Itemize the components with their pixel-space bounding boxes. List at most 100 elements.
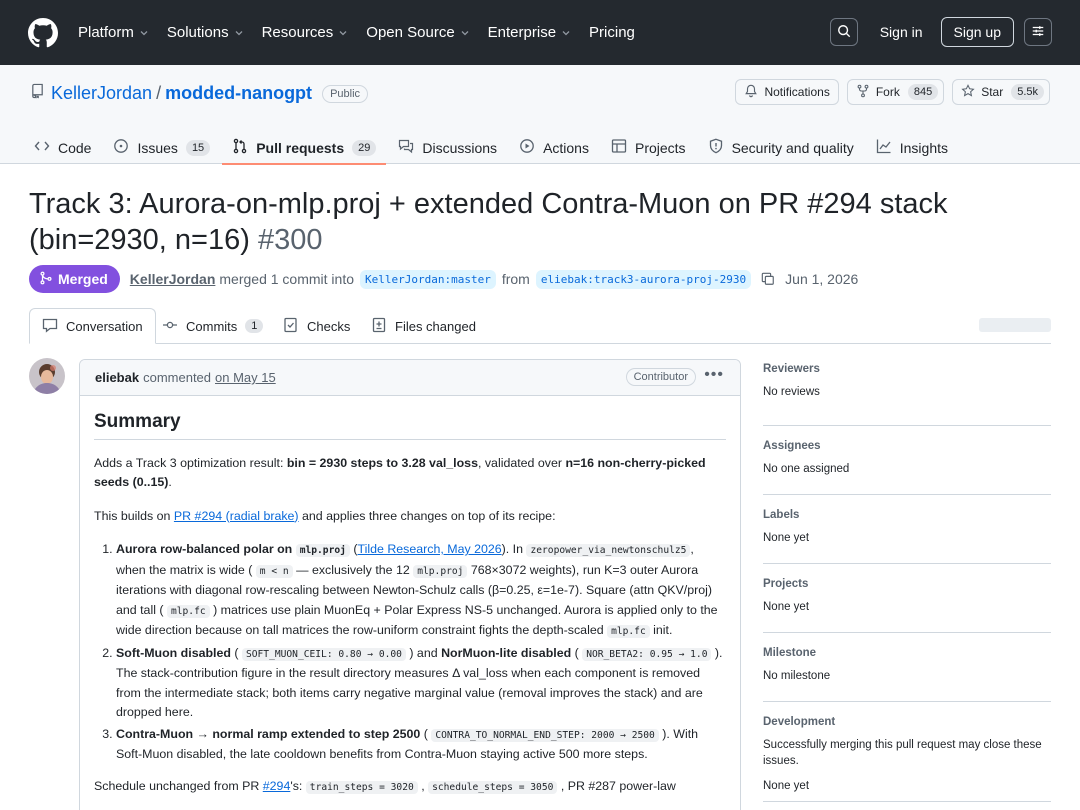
pr-title-text: Track 3: Aurora-on-mlp.proj + extended C…	[29, 188, 948, 256]
tab-label: Pull requests	[256, 139, 345, 156]
tab-commits[interactable]: Commits 1	[162, 308, 264, 344]
commits-count: 1	[245, 319, 264, 333]
sign-up-button[interactable]: Sign up	[940, 17, 1014, 47]
labels-section: Labels None yet	[763, 495, 1051, 564]
repo-actions: Notifications Fork 845 Star 5.5k	[735, 79, 1050, 105]
head-branch[interactable]: eliebak:track3-aurora-proj-2930	[535, 269, 752, 289]
sliders-icon	[1031, 24, 1045, 41]
tab-label: Commits	[186, 318, 238, 334]
repo-icon	[30, 83, 45, 104]
pr-meta: Merged KellerJordan merged 1 commit into…	[29, 265, 858, 293]
repo-header: KellerJordan / modded-nanogpt Public Not…	[0, 65, 1080, 165]
bell-icon	[744, 84, 764, 101]
tab-actions[interactable]: Actions	[519, 131, 589, 164]
tab-insights[interactable]: Insights	[876, 131, 948, 164]
nav-solutions[interactable]: Solutions	[167, 24, 244, 41]
pr-number: #300	[257, 224, 323, 256]
repo-separator: /	[156, 83, 162, 103]
summary-paragraph: Adds a Track 3 optimization result: bin …	[94, 455, 706, 490]
tab-code[interactable]: Code	[34, 131, 91, 164]
tab-conversation[interactable]: Conversation	[29, 308, 156, 344]
chevron-down-icon	[234, 28, 244, 38]
comment-body: Summary Adds a Track 3 optimization resu…	[80, 396, 740, 797]
pr-sidebar: Reviewers No reviews Assignees No one as…	[763, 357, 1051, 802]
nav-label: Open Source	[366, 24, 455, 41]
milestone-value: No milestone	[763, 670, 831, 682]
graph-icon	[876, 138, 900, 157]
development-title: Development	[763, 716, 836, 728]
star-button[interactable]: Star 5.5k	[952, 79, 1050, 105]
nav-pricing[interactable]: Pricing	[589, 24, 635, 41]
tab-label: Checks	[307, 318, 351, 334]
notifications-button[interactable]: Notifications	[735, 79, 839, 105]
pr-author-link[interactable]: KellerJordan	[130, 271, 216, 287]
global-header: Platform Solutions Resources Open Source…	[0, 0, 1080, 65]
labels-value: None yet	[763, 532, 810, 544]
labels-title: Labels	[763, 509, 800, 521]
nav-enterprise[interactable]: Enterprise	[488, 24, 571, 41]
tab-security[interactable]: Security and quality	[708, 131, 854, 164]
summary-heading: Summary	[94, 412, 726, 440]
tab-pull-requests[interactable]: Pull requests 29	[222, 131, 387, 165]
comment-date-link[interactable]: on May 15	[215, 370, 276, 385]
projects-value: None yet	[763, 601, 810, 613]
sign-in-link[interactable]: Sign in	[880, 24, 923, 40]
comment-author-link[interactable]: eliebak	[95, 370, 139, 385]
pull-request-icon	[232, 138, 256, 157]
search-button[interactable]	[829, 18, 858, 46]
pr-date: Jun 1, 2026	[785, 271, 859, 287]
issue-icon	[113, 138, 137, 157]
github-logo-icon[interactable]	[28, 17, 58, 48]
builds-on-paragraph: This builds on PR #294 (radial brake) an…	[94, 508, 556, 523]
menu-button[interactable]	[1024, 18, 1052, 46]
avatar[interactable]	[29, 358, 65, 394]
development-value: Successfully merging this pull request m…	[763, 739, 1042, 767]
assignees-value: No one assigned	[763, 463, 850, 475]
fork-button[interactable]: Fork 845	[846, 79, 945, 105]
tab-label: Insights	[899, 139, 948, 156]
nav-platform[interactable]: Platform	[78, 24, 149, 41]
projects-section: Projects None yet	[763, 564, 1051, 633]
tab-projects[interactable]: Projects	[611, 131, 686, 164]
pr-294-short-link[interactable]: #294	[263, 779, 291, 793]
chevron-down-icon	[460, 28, 470, 38]
tab-files-changed[interactable]: Files changed	[371, 308, 476, 344]
tab-label: Discussions	[422, 139, 498, 156]
nav-open-source[interactable]: Open Source	[366, 24, 469, 41]
tab-checks[interactable]: Checks	[283, 308, 350, 344]
milestone-section: Milestone No milestone	[763, 633, 1051, 702]
pr-294-link[interactable]: PR #294 (radial brake)	[174, 509, 299, 523]
assignees-section: Assignees No one assigned	[763, 426, 1051, 495]
tab-label: Files changed	[395, 318, 476, 334]
tilde-research-link[interactable]: Tilde Research, May 2026	[358, 542, 502, 556]
contributor-badge: Contributor	[625, 368, 696, 386]
reviewers-title: Reviewers	[763, 363, 820, 375]
tab-issues[interactable]: Issues 15	[113, 131, 211, 164]
repo-owner-link[interactable]: KellerJordan	[51, 83, 152, 104]
base-branch[interactable]: KellerJordan:master	[360, 269, 496, 289]
comment-action: commented	[143, 370, 212, 385]
shield-icon	[708, 138, 732, 157]
commit-icon	[162, 317, 186, 336]
copy-icon[interactable]	[761, 272, 775, 286]
kebab-menu-icon[interactable]: •••	[704, 366, 724, 384]
repo-name-link[interactable]: modded-nanogpt	[165, 83, 312, 104]
fork-icon	[856, 84, 876, 101]
code-icon	[34, 138, 58, 157]
star-icon	[961, 83, 981, 101]
file-diff-icon	[371, 317, 395, 336]
reviewers-section: Reviewers No reviews	[763, 357, 1051, 426]
repo-title: KellerJordan / modded-nanogpt Public	[30, 83, 369, 104]
tab-label: Issues	[137, 139, 178, 156]
issues-count: 15	[185, 139, 211, 156]
schedule-paragraph: Schedule unchanged from PR #294's: train…	[94, 778, 676, 794]
star-count: 5.5k	[1011, 84, 1044, 100]
fork-count: 845	[907, 84, 939, 100]
tab-label: Code	[58, 139, 92, 156]
comment-header: eliebak commented on May 15 Contributor …	[80, 360, 740, 396]
tab-discussions[interactable]: Discussions	[398, 131, 497, 164]
play-icon	[519, 138, 543, 157]
nav-resources[interactable]: Resources	[262, 24, 349, 41]
nav-label: Resources	[261, 24, 334, 41]
assignees-title: Assignees	[763, 440, 821, 452]
